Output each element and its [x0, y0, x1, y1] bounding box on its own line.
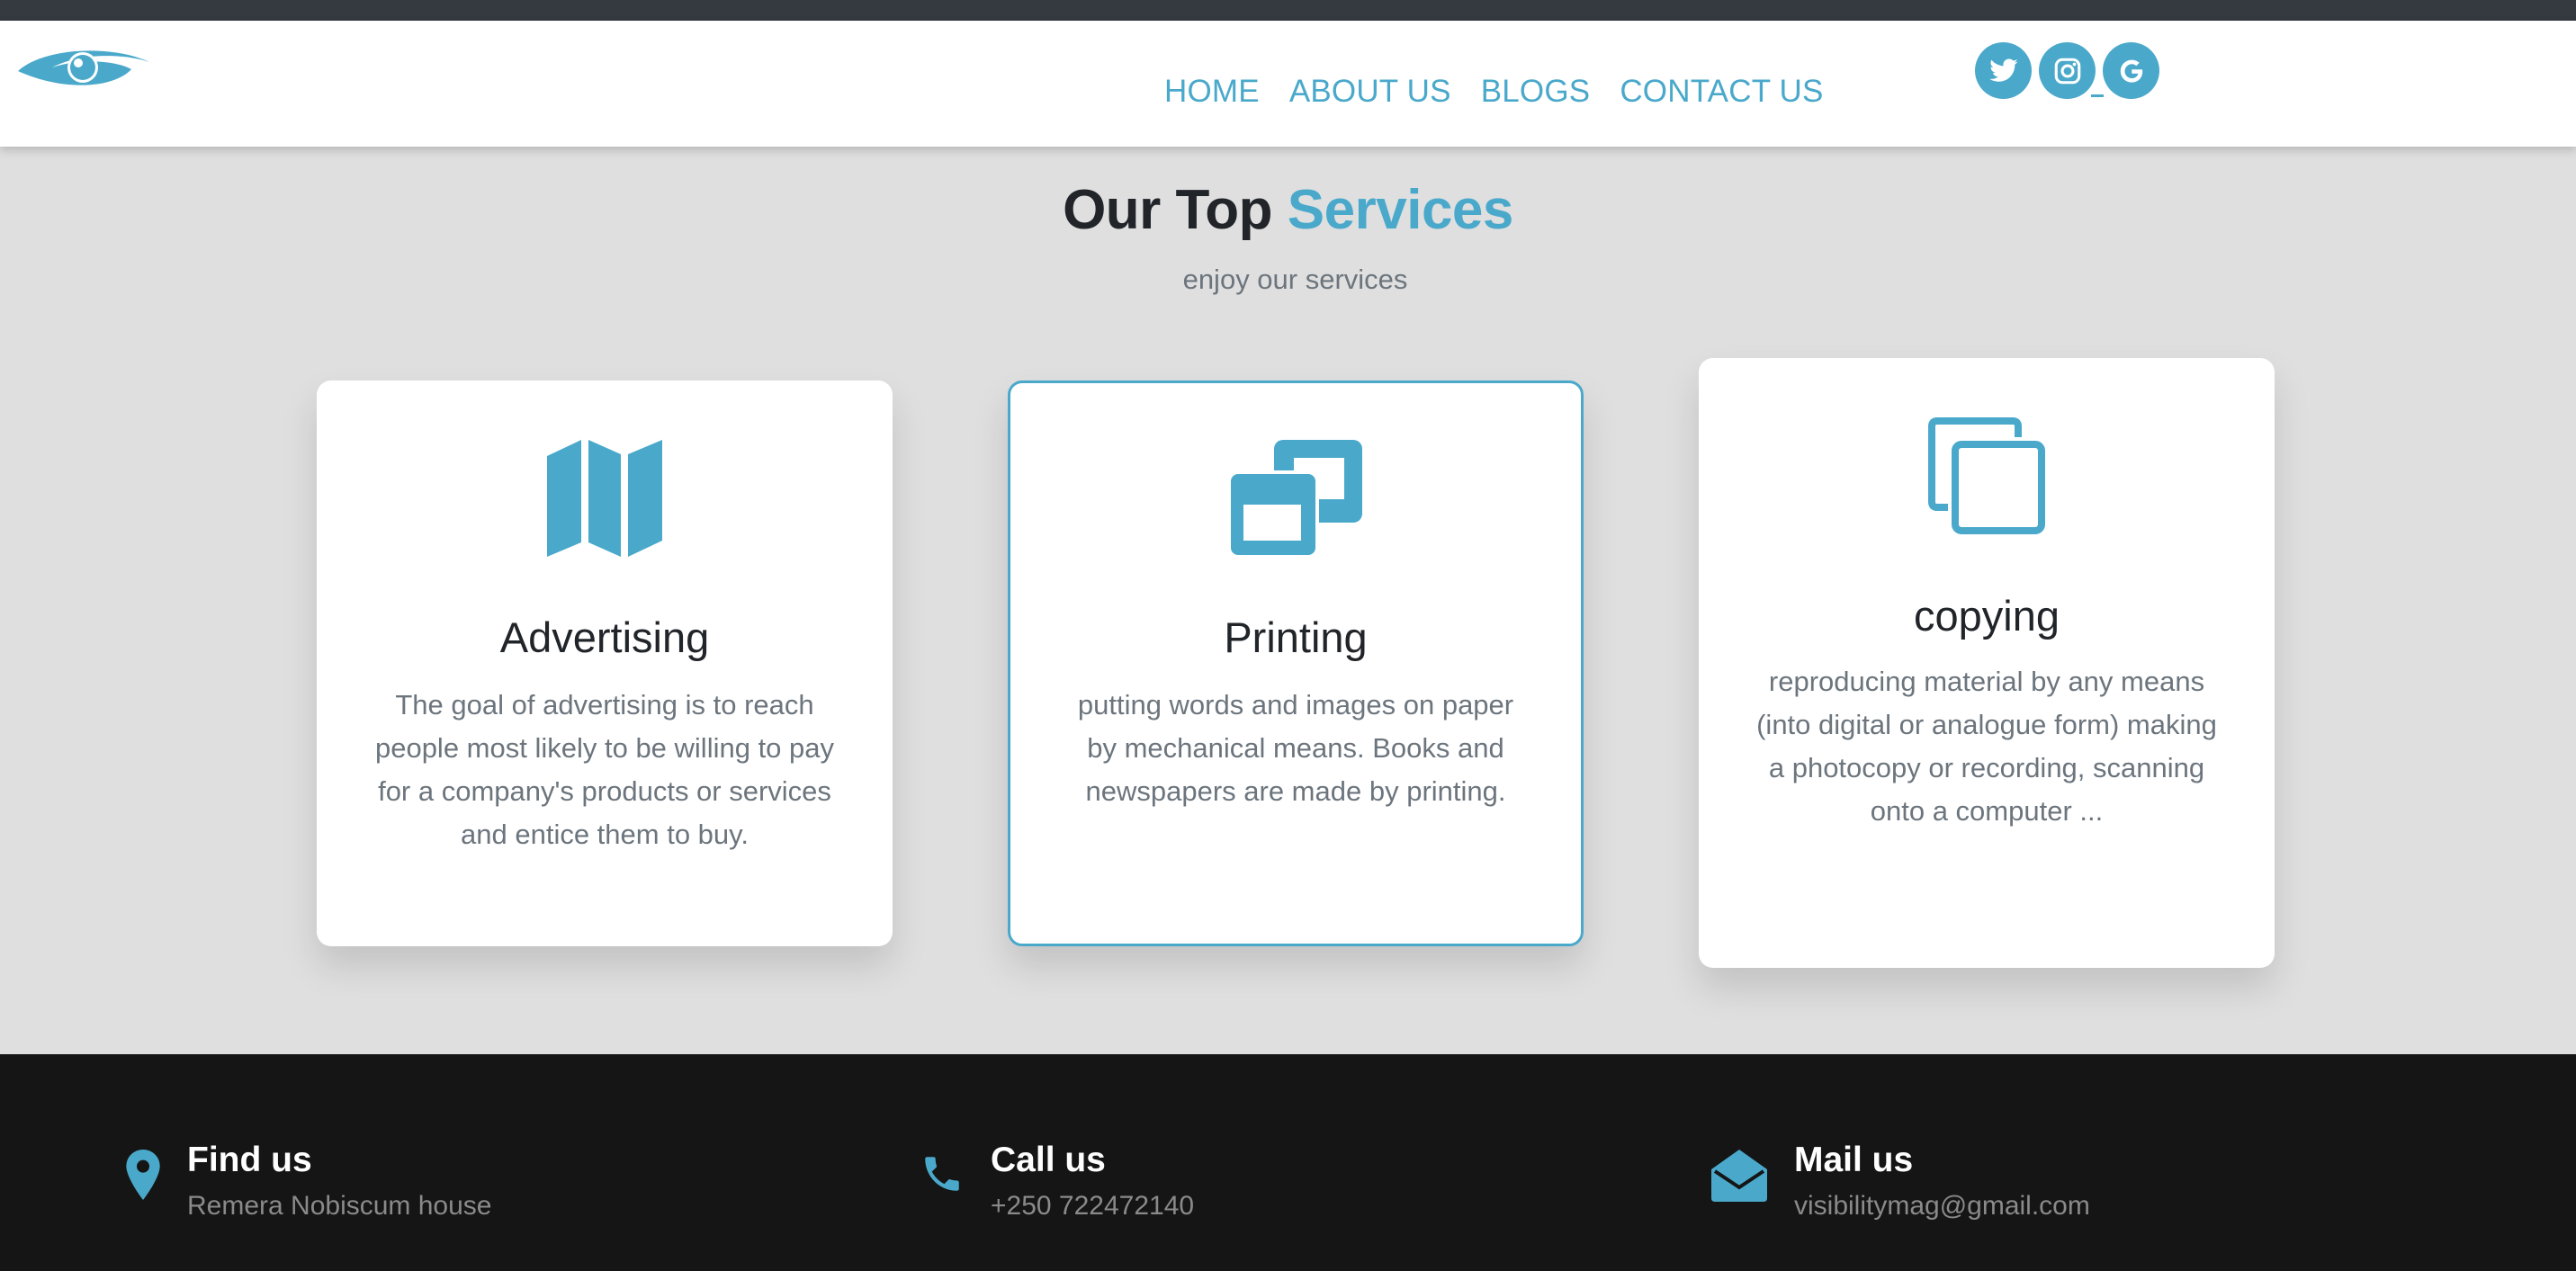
main-nav: HOME ABOUT US BLOGS CONTACT US	[1164, 51, 1853, 132]
card-title: Printing	[1224, 613, 1368, 661]
window-restore-icon	[1010, 440, 1581, 557]
section-title-prefix: Our Top	[1063, 179, 1273, 241]
contact-address: Remera Nobiscum house	[187, 1191, 492, 1221]
contact-mail-us: Mail us visibilitymag@gmail.com	[1711, 1141, 2341, 1249]
nav-home[interactable]: HOME	[1164, 74, 1260, 110]
envelope-open-icon	[1711, 1150, 1767, 1206]
copy-icon	[1699, 417, 2275, 534]
section-title: Our Top Services	[0, 178, 2576, 242]
contact-call-us: Call us +250 722472140	[920, 1141, 1549, 1249]
service-card-printing[interactable]: Printing putting words and images on pap…	[1008, 380, 1584, 946]
nav-about-us[interactable]: ABOUT US	[1289, 74, 1451, 110]
link-underline	[2091, 94, 2104, 97]
contact-phone[interactable]: +250 722472140	[991, 1191, 1194, 1222]
card-title: Advertising	[499, 613, 710, 661]
google-icon[interactable]	[2103, 42, 2159, 99]
map-icon	[317, 440, 893, 557]
social-links	[1975, 42, 2167, 99]
eye-logo[interactable]	[16, 40, 151, 91]
phone-icon	[920, 1151, 965, 1201]
card-title: copying	[1914, 592, 2060, 640]
contact-title: Mail us	[1794, 1141, 1914, 1179]
card-text: reproducing material by any means (into …	[1756, 666, 2217, 827]
service-card-copying[interactable]: copying reproducing material by any mean…	[1699, 358, 2275, 968]
instagram-icon[interactable]	[2039, 42, 2104, 99]
nav-contact-us[interactable]: CONTACT US	[1620, 74, 1823, 110]
card-text: The goal of advertising is to reach peop…	[374, 689, 835, 850]
contact-title: Find us	[187, 1141, 312, 1179]
twitter-icon[interactable]	[1975, 42, 2032, 99]
footer: Find us Remera Nobiscum house Call us +2…	[0, 1054, 2576, 1271]
card-text: putting words and images on paper by mec…	[1077, 689, 1514, 807]
top-bar	[0, 0, 2576, 21]
section-subtitle: enjoy our services	[1182, 264, 1408, 295]
section-title-accent: Services	[1287, 179, 1514, 241]
navbar: HOME ABOUT US BLOGS CONTACT US	[0, 21, 2576, 147]
service-card-advertising[interactable]: Advertising The goal of advertising is t…	[317, 380, 893, 946]
nav-blogs[interactable]: BLOGS	[1481, 74, 1591, 110]
map-pin-icon	[126, 1150, 160, 1204]
contact-title: Call us	[991, 1141, 1106, 1179]
contact-email[interactable]: visibilitymag@gmail.com	[1794, 1191, 2090, 1222]
contact-find-us: Find us Remera Nobiscum house	[126, 1141, 756, 1249]
